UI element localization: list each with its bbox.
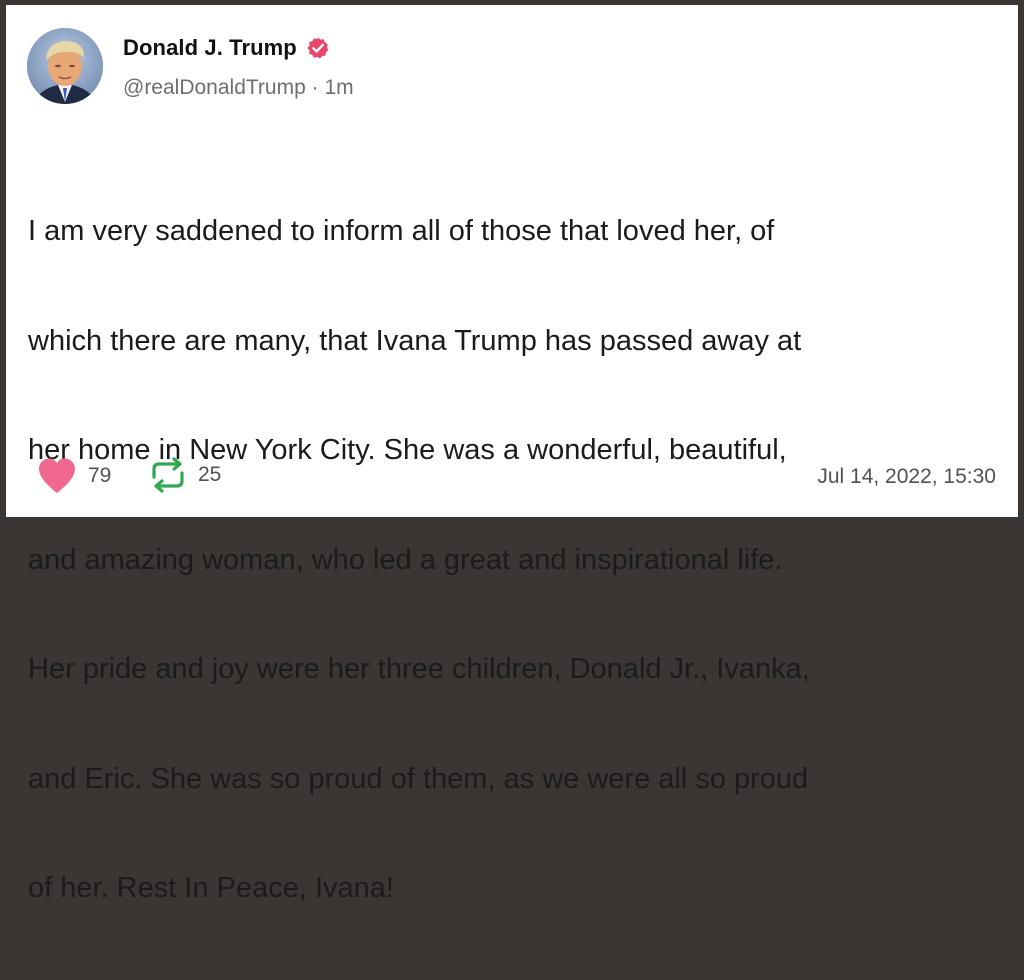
post-footer: 79 25 Jul 14, 2022, 15:30 xyxy=(36,457,996,497)
post-body: I am very saddened to inform all of thos… xyxy=(28,140,1008,980)
repost-icon xyxy=(152,457,184,493)
repost-button[interactable]: 25 xyxy=(148,457,221,493)
post-text-line: of her. Rest In Peace, Ivana! xyxy=(28,872,394,904)
post-text-line: which there are many, that Ivana Trump h… xyxy=(28,324,802,357)
author-name[interactable]: Donald J. Trump xyxy=(123,35,297,61)
post-text-line: and amazing woman, who led a great and i… xyxy=(28,543,783,576)
post-card: Donald J. Trump @realDonaldTrump · 1m I … xyxy=(6,5,1018,904)
post-text-line: I am very saddened to inform all of thos… xyxy=(28,215,775,247)
post-text-line: and Eric. She was so proud of them, as w… xyxy=(28,762,809,795)
post-text-line: Her pride and joy were her three childre… xyxy=(28,653,810,685)
author-row: Donald J. Trump xyxy=(123,35,330,61)
post-timestamp[interactable]: Jul 14, 2022, 15:30 xyxy=(817,465,996,489)
handle-row: @realDonaldTrump · 1m xyxy=(123,76,354,100)
meta-separator: · xyxy=(305,76,325,99)
profile-photo xyxy=(27,28,103,104)
author-handle[interactable]: @realDonaldTrump xyxy=(123,76,306,99)
like-count: 79 xyxy=(88,464,112,487)
repost-count: 25 xyxy=(198,463,222,486)
avatar[interactable] xyxy=(27,28,103,104)
relative-time[interactable]: 1m xyxy=(324,76,353,99)
like-button[interactable]: 79 xyxy=(36,457,111,495)
heart-icon xyxy=(39,458,75,493)
verified-badge-icon xyxy=(307,37,329,59)
